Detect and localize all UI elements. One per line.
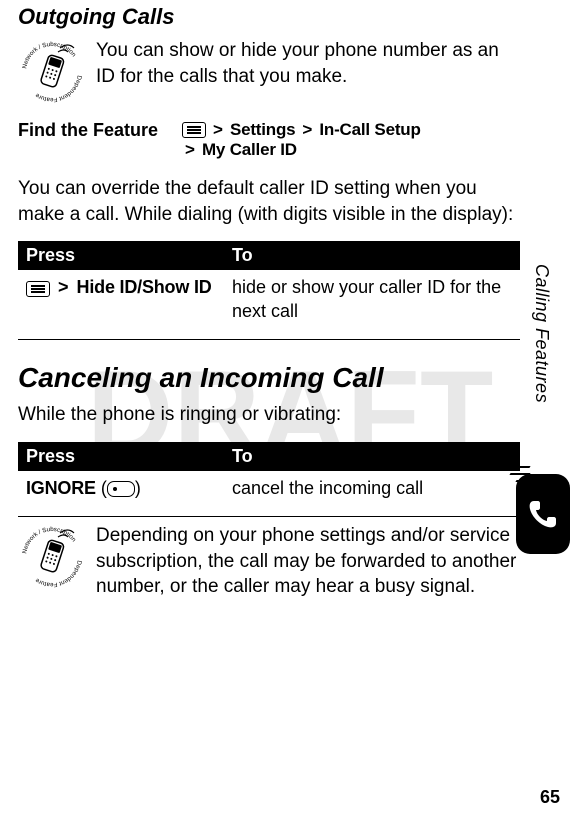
- col-press: Press: [18, 241, 224, 270]
- network-subscription-dependent-icon: Network / Subscription Dependent Feature: [18, 38, 86, 106]
- find-the-feature-label: Find the Feature: [18, 120, 158, 160]
- col-press: Press: [18, 442, 224, 471]
- override-text: You can override the default caller ID s…: [18, 176, 520, 227]
- hide-show-id-table: Press To > Hide ID/Show ID hide or show …: [18, 241, 520, 333]
- table-row: > Hide ID/Show ID hide or show your call…: [18, 270, 520, 333]
- press-hide-show-id: Hide ID/Show ID: [77, 277, 212, 297]
- canceling-intro-text: While the phone is ringing or vibrating:: [18, 402, 520, 428]
- menu-key-icon: [182, 122, 206, 138]
- heading-canceling-call: Canceling an Incoming Call: [18, 362, 520, 394]
- heading-outgoing-calls: Outgoing Calls: [18, 4, 520, 30]
- to-ignore: cancel the incoming call: [224, 471, 520, 510]
- network-subscription-dependent-icon: Network / Subscription Dependent Feature: [18, 523, 86, 591]
- find-the-feature-block: Find the Feature > Settings > In-Call Se…: [18, 120, 520, 160]
- feature-path-line-1: > Settings > In-Call Setup: [182, 120, 421, 140]
- col-to: To: [224, 442, 520, 471]
- menu-key-icon: [26, 281, 50, 297]
- table-row: IGNORE () cancel the incoming call: [18, 471, 520, 510]
- cancel-note-text: Depending on your phone settings and/or …: [96, 523, 520, 600]
- right-soft-key-icon: [107, 481, 135, 497]
- side-tab-calling-features: Calling Features: [531, 264, 552, 403]
- page-number: 65: [540, 787, 560, 808]
- press-ignore: IGNORE: [26, 478, 96, 498]
- feature-path-line-2: > My Caller ID: [182, 140, 421, 160]
- table-rule: [18, 339, 520, 340]
- table-rule: [18, 516, 520, 517]
- col-to: To: [224, 241, 520, 270]
- outgoing-intro-text: You can show or hide your phone number a…: [96, 38, 520, 89]
- ignore-table: Press To IGNORE () cancel the incoming c…: [18, 442, 520, 510]
- phone-tab-icon: [516, 474, 570, 554]
- to-hide-show-id: hide or show your caller ID for the next…: [224, 270, 520, 333]
